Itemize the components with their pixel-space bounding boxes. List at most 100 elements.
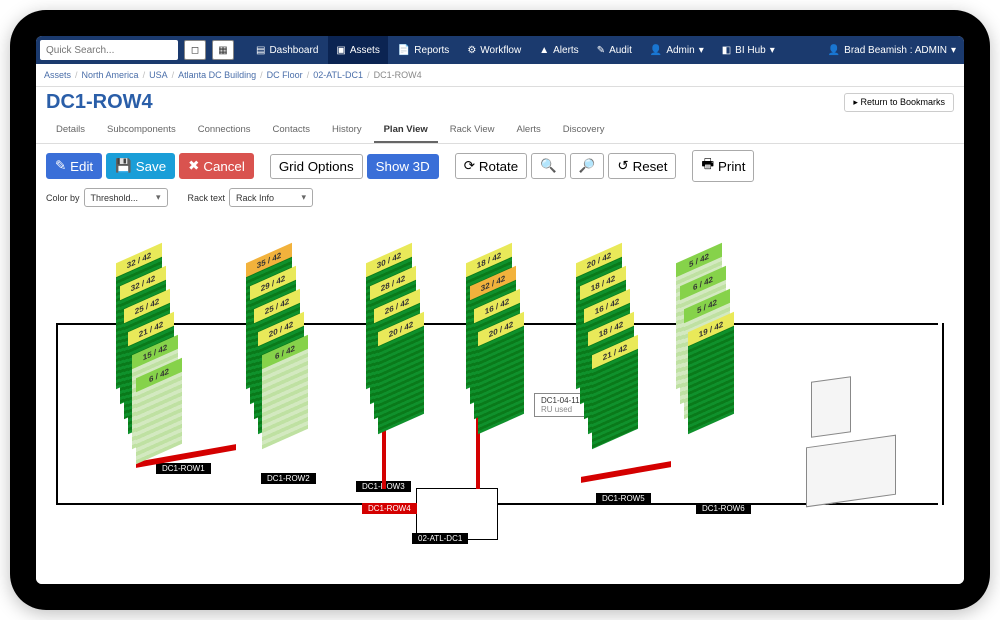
color-by-label: Color by (46, 193, 80, 203)
toolbar-filters: Color by Threshold... Rack text Rack Inf… (36, 188, 964, 213)
crumb-5[interactable]: 02-ATL-DC1 (313, 70, 363, 80)
alerts-icon: ▲ (539, 45, 549, 56)
bihub-icon: ◧ (722, 45, 731, 56)
nav-alerts[interactable]: ▲ Alerts (531, 36, 586, 64)
crumb-4[interactable]: DC Floor (267, 70, 303, 80)
crumb-6: DC1-ROW4 (374, 70, 422, 80)
zoom-in-icon: 🔍 (540, 158, 557, 174)
3d-floor-view[interactable]: DC1-ROW1 DC1-ROW2 DC1-ROW3 DC1-ROW4 DC1-… (36, 213, 964, 584)
btn-label: Save (136, 159, 166, 174)
rack-text-label: Rack text (188, 193, 226, 203)
bookmark-label: Return to Bookmarks (860, 97, 945, 107)
quick-search[interactable] (40, 40, 178, 60)
audit-icon: ✎ (597, 45, 605, 56)
zoom-out-icon: 🔎 (579, 158, 596, 174)
tooltip-subtitle: RU used (541, 405, 580, 414)
btn-label: Grid Options (279, 159, 354, 174)
nav-audit[interactable]: ✎ Audit (589, 36, 640, 64)
floor-label: 02-ATL-DC1 (412, 533, 468, 544)
search-input[interactable] (44, 41, 174, 59)
tab-rack-view[interactable]: Rack View (440, 118, 505, 143)
grid-options-button[interactable]: Grid Options (270, 154, 363, 179)
btn-label: Print (718, 159, 745, 174)
nav-admin[interactable]: 👤 Admin ▾ (642, 36, 712, 64)
btn-label: Rotate (479, 159, 518, 174)
edit-icon: ✎ (55, 158, 66, 174)
rack-text-select[interactable]: Rack Info (229, 188, 313, 207)
nav-bihub[interactable]: ◧ BI Hub ▾ (714, 36, 783, 64)
nav-label: Assets (350, 45, 380, 56)
tooltip-title: DC1-04-11 (541, 396, 580, 405)
user-label: Brad Beamish : ADMIN (844, 45, 947, 56)
cancel-button[interactable]: ✖ Cancel (179, 153, 254, 179)
qr-button[interactable]: ▦ (212, 40, 234, 60)
row-label-5: DC1-ROW5 (596, 493, 651, 504)
nav-label: Alerts (553, 45, 579, 56)
tab-plan-view[interactable]: Plan View (374, 118, 438, 143)
top-navbar: ◻ ▦ ▤ Dashboard ▣ Assets 📄 Reports ⚙Workflo… (36, 36, 964, 64)
nav-reports[interactable]: 📄 Reports (390, 36, 457, 64)
nav-label: Dashboard (269, 45, 318, 56)
tab-details[interactable]: Details (46, 118, 95, 143)
nav-label: BI Hub (735, 45, 766, 56)
user-menu[interactable]: 👤 Brad Beamish : ADMIN ▾ (820, 36, 964, 64)
chevron-down-icon: ▾ (770, 45, 775, 56)
reports-icon: 📄 (398, 45, 410, 56)
tab-subcomponents[interactable]: Subcomponents (97, 118, 186, 143)
crumb-2[interactable]: USA (149, 70, 168, 80)
show-3d-button[interactable]: Show 3D (367, 154, 439, 179)
btn-label: Cancel (203, 159, 245, 174)
crumb-1[interactable]: North America (82, 70, 139, 80)
tab-alerts[interactable]: Alerts (506, 118, 550, 143)
edit-button[interactable]: ✎ Edit (46, 153, 102, 179)
row-label-6: DC1-ROW6 (696, 503, 751, 514)
toolbar-main: ✎ Edit 💾 Save ✖ Cancel Grid Options Show 3D… (36, 144, 964, 188)
rack-tooltip: DC1-04-11 RU used (534, 393, 587, 417)
nav-assets[interactable]: ▣ Assets (328, 36, 387, 64)
tab-history[interactable]: History (322, 118, 372, 143)
select-value: Threshold... (91, 193, 139, 203)
crumb-0[interactable]: Assets (44, 70, 71, 80)
nav-dashboard[interactable]: ▤ Dashboard (248, 36, 326, 64)
zoom-in-button[interactable]: 🔍 (531, 153, 566, 179)
dashboard-icon: ▤ (256, 45, 265, 56)
reset-button[interactable]: ↺ Reset (608, 153, 676, 179)
tab-connections[interactable]: Connections (188, 118, 261, 143)
cancel-icon: ✖ (188, 158, 199, 174)
select-value: Rack Info (236, 193, 274, 203)
tab-contacts[interactable]: Contacts (263, 118, 321, 143)
search-clear-button[interactable]: ◻ (184, 40, 206, 60)
print-button[interactable]: 🖶 Print (692, 150, 754, 182)
user-icon: 👤 (828, 45, 840, 56)
cabinet (811, 376, 851, 438)
row-label-2: DC1-ROW2 (261, 473, 316, 484)
print-icon: 🖶 (701, 155, 714, 177)
color-by-select[interactable]: Threshold... (84, 188, 168, 207)
nav-label: Reports (414, 45, 449, 56)
row-label-4: DC1-ROW4 (362, 503, 417, 514)
tabbar: DetailsSubcomponentsConnectionsContactsH… (36, 114, 964, 144)
nav-workflow[interactable]: ⚙Workflow (459, 36, 529, 64)
reset-icon: ↺ (617, 158, 628, 174)
nav-label: Audit (609, 45, 632, 56)
btn-label: Show 3D (376, 159, 430, 174)
crumb-3[interactable]: Atlanta DC Building (178, 70, 256, 80)
chevron-down-icon: ▾ (699, 45, 704, 56)
save-icon: 💾 (115, 158, 132, 174)
save-button[interactable]: 💾 Save (106, 153, 175, 179)
assets-icon: ▣ (336, 45, 345, 56)
tab-discovery[interactable]: Discovery (553, 118, 615, 143)
rotate-button[interactable]: ⟳Rotate (455, 153, 527, 179)
nav-label: Workflow (480, 45, 521, 56)
page-title: DC1-ROW4 (46, 91, 153, 114)
btn-label: Edit (70, 159, 93, 174)
zoom-out-button[interactable]: 🔎 (570, 153, 605, 179)
breadcrumb: Assets/ North America/ USA/ Atlanta DC B… (36, 64, 964, 87)
return-bookmarks-button[interactable]: ▸ Return to Bookmarks (844, 93, 954, 112)
row-label-1: DC1-ROW1 (156, 463, 211, 474)
nav-label: Admin (666, 45, 694, 56)
chevron-down-icon: ▾ (951, 45, 956, 56)
btn-label: Reset (633, 159, 668, 174)
cabinet (806, 435, 896, 508)
admin-icon: 👤 (650, 45, 662, 56)
